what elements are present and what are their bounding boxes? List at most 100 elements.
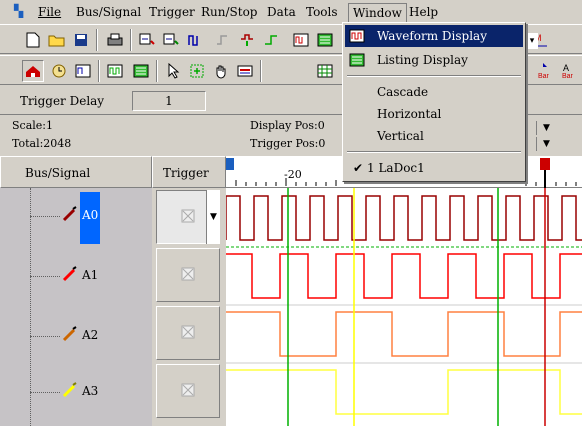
open-icon[interactable]: [46, 29, 68, 51]
menu-item-label: Waveform Display: [377, 29, 487, 43]
bus-signal-header-label: Bus/Signal: [25, 166, 91, 180]
waveform-icon[interactable]: [290, 29, 312, 51]
trigger-edge-icon[interactable]: [260, 29, 282, 51]
menu-item-listing-display[interactable]: Listing Display: [345, 49, 523, 71]
total-text: Total:2048: [12, 137, 72, 150]
probe-icon: [62, 382, 78, 401]
menu-item-label: Horizontal: [377, 107, 442, 121]
svg-text:Bar: Bar: [562, 73, 574, 80]
combo-arrow-icon[interactable]: ▾: [526, 33, 538, 49]
trigger-pattern-icon[interactable]: [236, 29, 258, 51]
trigger-cell-a1[interactable]: [156, 248, 220, 302]
svg-text:Bar: Bar: [538, 73, 550, 80]
capture-icon[interactable]: [72, 60, 94, 82]
listing-view-icon[interactable]: [130, 60, 152, 82]
dont-care-icon: [181, 383, 195, 400]
signal-row-a0[interactable]: A0: [0, 188, 152, 246]
probe-icon: [62, 326, 78, 345]
tree-branch: [30, 276, 60, 277]
signal-row-a3[interactable]: A3: [0, 362, 152, 420]
waveform-a2: [226, 311, 582, 357]
listing-icon[interactable]: [314, 29, 336, 51]
trigger-delay-value: 1: [165, 94, 173, 108]
tree-branch: [30, 336, 60, 337]
pointer-icon[interactable]: [162, 60, 184, 82]
listing-icon: [349, 52, 365, 74]
menu-item-waveform-display[interactable]: Waveform Display: [345, 25, 523, 47]
waveform-a0: [226, 195, 582, 241]
menu-window[interactable]: Window: [348, 3, 407, 22]
menu-file[interactable]: File: [38, 3, 61, 21]
menu-item-label: Cascade: [377, 85, 429, 99]
signal-list: A0 A1 A2 A3: [0, 188, 152, 426]
info-combo-2[interactable]: ▼: [536, 137, 556, 151]
bus-add-icon[interactable]: [136, 29, 158, 51]
waveform-a1: [226, 253, 582, 299]
trigger-rise-icon[interactable]: [212, 29, 234, 51]
signal-icon[interactable]: [184, 29, 206, 51]
trigger-cell-a2[interactable]: [156, 306, 220, 360]
bus-edit-icon[interactable]: [160, 29, 182, 51]
menu-item-cascade[interactable]: Cascade: [345, 81, 523, 103]
waveform-view-icon[interactable]: [104, 60, 126, 82]
trigger-header[interactable]: Trigger: [152, 156, 226, 188]
info-combo-1[interactable]: ▼: [536, 121, 556, 135]
menu-run-stop[interactable]: Run/Stop: [201, 3, 257, 21]
signal-name-a3: A3: [82, 384, 99, 398]
menu-item-horizontal[interactable]: Horizontal: [345, 103, 523, 125]
menu-item-vertical[interactable]: Vertical: [345, 125, 523, 147]
menu-item-ladoc1[interactable]: ✔ 1 LaDoc1: [345, 157, 523, 179]
app-icon: ▚: [14, 4, 24, 18]
display-pos-text: Display Pos:0: [250, 119, 325, 132]
menu-bar: ▚ File Bus/Signal Trigger Run/Stop Data …: [0, 0, 582, 24]
menu-tools[interactable]: Tools: [306, 3, 338, 21]
toolbar-separator: [260, 60, 262, 82]
bar-a-icon[interactable]: A Bar: [558, 60, 580, 82]
toolbar-separator: [130, 29, 132, 51]
menu-item-label: 1 LaDoc1: [367, 161, 425, 175]
waveform-icon: [349, 28, 365, 50]
grid-icon[interactable]: [314, 60, 336, 82]
home-icon[interactable]: [22, 60, 44, 82]
probe-icon: [62, 266, 78, 285]
zoom-icon[interactable]: [186, 60, 208, 82]
menu-help[interactable]: Help: [409, 3, 438, 21]
menu-separator: [347, 151, 521, 153]
new-icon[interactable]: [22, 29, 44, 51]
signal-name-a2: A2: [82, 328, 99, 342]
bar-down-icon[interactable]: Bar: [534, 60, 556, 82]
window-menu-dropdown: Waveform Display Listing Display Cascade…: [342, 22, 526, 182]
signal-name-a0: A0: [82, 208, 99, 222]
tree-branch: [30, 392, 60, 393]
menu-bus-signal[interactable]: Bus/Signal: [76, 3, 141, 21]
measure-icon[interactable]: [234, 60, 256, 82]
trigger-delay-label: Trigger Delay: [20, 94, 105, 108]
waveform-area[interactable]: [226, 188, 582, 426]
dont-care-icon: [181, 267, 195, 284]
trigger-cell-a3[interactable]: [156, 364, 220, 418]
clock-icon[interactable]: [48, 60, 70, 82]
dont-care-icon: [181, 325, 195, 342]
trigger-header-label: Trigger: [163, 166, 209, 180]
print-icon[interactable]: [104, 29, 126, 51]
begin-marker[interactable]: [226, 158, 234, 170]
trigger-delay-field[interactable]: 1: [132, 91, 206, 111]
trigger-pos-text: Trigger Pos:0: [250, 137, 326, 150]
toolbar-separator: [98, 60, 100, 82]
ruler-tick-label: -20: [284, 168, 302, 181]
trigger-dropdown-arrow[interactable]: ▼: [206, 190, 220, 244]
scale-text: Scale:1: [12, 119, 53, 132]
trigger-marker[interactable]: [540, 158, 550, 170]
menu-trigger[interactable]: Trigger: [149, 3, 195, 21]
hand-icon[interactable]: [210, 60, 232, 82]
signal-row-a2[interactable]: A2: [0, 304, 152, 362]
menu-data[interactable]: Data: [267, 3, 296, 21]
bus-signal-header[interactable]: Bus/Signal: [0, 156, 152, 188]
save-icon[interactable]: [70, 29, 92, 51]
probe-icon: [62, 206, 78, 225]
menu-item-label: Listing Display: [377, 53, 468, 67]
waveform-a3: [226, 369, 582, 415]
signal-row-a1[interactable]: A1: [0, 246, 152, 304]
toolbar-separator: [156, 60, 158, 82]
checkmark-icon: ✔: [353, 161, 364, 175]
